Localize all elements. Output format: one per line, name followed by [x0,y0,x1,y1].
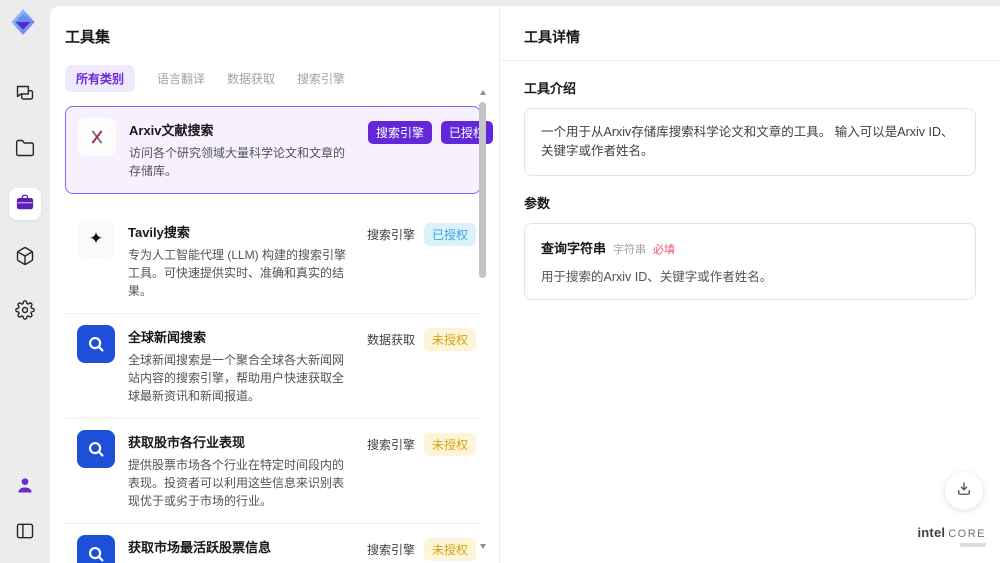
star-icon: ✦ [77,220,115,258]
arxiv-icon [78,118,116,156]
panel-icon [15,521,35,546]
tool-description: 全球新闻搜索是一个聚合全球各大新闻网站内容的搜索引擎，帮助用户快速获取全球最新资… [128,353,345,403]
category-label: 搜索引擎 [367,438,416,452]
chat-icon [15,84,35,109]
category-tabs: 所有类别 语言翻译 数据获取 搜索引擎 [65,65,465,92]
settings-icon [15,299,35,325]
tab-data-fetch[interactable]: 数据获取 [227,65,275,92]
search-app-icon [77,430,115,468]
param-box: 查询字符串 字符串 必填 用于搜索的Arxiv ID、关键字或作者姓名。 [524,222,976,300]
nav-settings[interactable] [9,296,41,328]
list-scrollbar[interactable] [479,90,486,549]
nav-files[interactable] [9,134,41,166]
tool-description: 提供股票市场各个行业在特定时间段内的表现。投资者可以利用这些信息来识别表现优于或… [128,458,345,508]
scroll-up-icon[interactable] [480,90,486,95]
tool-name: 全球新闻搜索 [128,330,207,345]
tools-panel: 工具集 所有类别 语言翻译 数据获取 搜索引擎 Arxiv文献搜索 访问各个研究… [50,6,500,563]
tool-name: 获取市场最活跃股票信息 [128,540,272,555]
auth-status-badge: 未授权 [424,433,477,456]
scrollbar-thumb[interactable] [479,102,486,278]
auth-status-badge: 未授权 [424,538,477,561]
param-required-flag: 必填 [653,243,676,256]
nav-toolbox[interactable] [9,188,41,220]
scroll-down-icon[interactable] [480,544,486,549]
intro-heading: 工具介绍 [524,81,577,96]
intro-box: 一个用于从Arxiv存储库搜索科学论文和文章的工具。 输入可以是Arxiv ID… [524,108,976,176]
tool-card-tavily[interactable]: ✦ Tavily搜索 专为人工智能代理 (LLM) 构建的搜索引擎工具。可快速提… [65,209,481,314]
icon-rail [0,0,50,563]
page-title: 工具集 [65,29,111,46]
app-logo-icon [9,8,37,36]
nav-models[interactable] [9,242,41,274]
tool-card-global-news[interactable]: 全球新闻搜索 全球新闻搜索是一个聚合全球各大新闻网站内容的搜索引擎，帮助用户快速… [65,314,481,419]
tab-language-translation[interactable]: 语言翻译 [157,65,205,92]
brand-sub-mark [960,543,986,547]
intro-text: 一个用于从Arxiv存储库搜索科学论文和文章的工具。 输入可以是Arxiv ID… [541,125,954,158]
tool-details-panel: 工具详情 工具介绍 一个用于从Arxiv存储库搜索科学论文和文章的工具。 输入可… [500,6,1000,563]
main-surface: 工具集 所有类别 语言翻译 数据获取 搜索引擎 Arxiv文献搜索 访问各个研究… [50,6,1000,563]
tool-card-most-active-stocks[interactable]: 获取市场最活跃股票信息 提供当天交易量最高的股票列表，投资者可以利用这些信息来识… [65,524,481,563]
category-label: 搜索引擎 [367,543,416,557]
toolbox-icon [15,192,35,217]
user-icon [15,475,35,500]
tool-description: 访问各个研究领域大量科学论文和文章的存储库。 [129,146,346,178]
search-app-icon [77,325,115,363]
param-type: 字符串 [613,243,647,256]
nav-account[interactable] [9,471,41,503]
tool-description: 专为人工智能代理 (LLM) 构建的搜索引擎工具。可快速提供实时、准确和真实的结… [128,248,347,298]
auth-status-badge: 已授权 [424,223,477,246]
tab-all-categories[interactable]: 所有类别 [65,65,136,92]
nav-collapse[interactable] [9,517,41,549]
tool-name: Arxiv文献搜索 [129,123,214,138]
intel-core-logo: intel CORE [917,526,986,547]
rail-nav [0,80,50,328]
param-name: 查询字符串 [541,240,607,256]
tab-search-engine[interactable]: 搜索引擎 [297,65,345,92]
param-description: 用于搜索的Arxiv ID、关键字或作者姓名。 [541,269,773,284]
brand-intel-text: intel [917,525,946,540]
rail-bottom [0,471,50,549]
brand-core-text: CORE [948,528,986,540]
tool-card-arxiv[interactable]: Arxiv文献搜索 访问各个研究领域大量科学论文和文章的存储库。 搜索引擎 已授… [65,106,494,194]
details-title: 工具详情 [500,6,1000,61]
tool-list: Arxiv文献搜索 访问各个研究领域大量科学论文和文章的存储库。 搜索引擎 已授… [65,106,494,563]
tool-card-sector-performance[interactable]: 获取股市各行业表现 提供股票市场各个行业在特定时间段内的表现。投资者可以利用这些… [65,419,481,524]
cube-icon [15,246,35,271]
download-button[interactable] [945,472,983,510]
params-heading: 参数 [524,195,551,211]
search-app-icon [77,535,115,563]
download-icon [955,480,973,503]
tool-name: Tavily搜索 [128,225,190,240]
nav-chat[interactable] [9,80,41,112]
folder-icon [15,138,35,163]
tool-name: 获取股市各行业表现 [128,435,246,450]
category-label: 搜索引擎 [367,228,416,242]
auth-status-badge: 未授权 [424,328,477,351]
category-label: 数据获取 [367,333,416,347]
category-badge: 搜索引擎 [368,121,433,144]
